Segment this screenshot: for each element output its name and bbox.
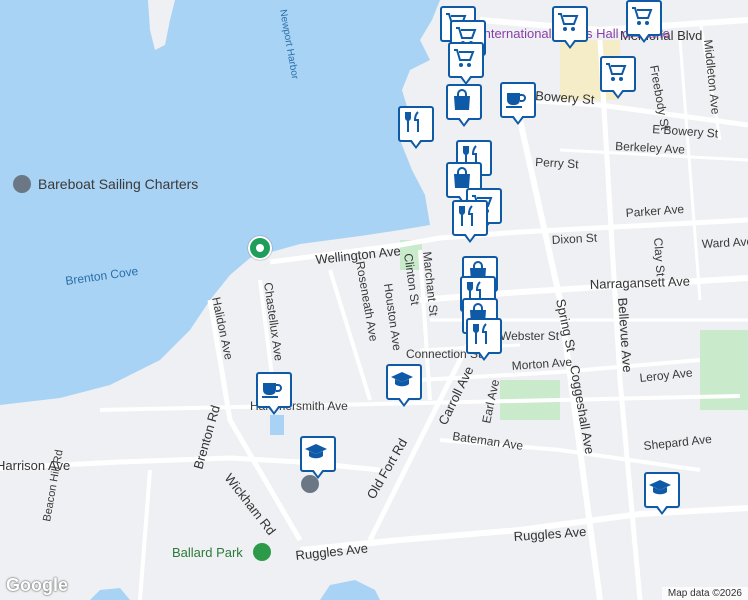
shopping-cart-icon [632, 7, 653, 25]
perry-st-label: Perry St [535, 155, 580, 171]
fork-knife-icon [405, 111, 419, 132]
graduation-cap-icon [305, 444, 327, 459]
water-body [90, 588, 130, 600]
graduation-cap-icon [391, 372, 413, 387]
map-marker-cart[interactable] [448, 42, 484, 88]
spring-st-label: Spring St [553, 298, 579, 354]
middleton-ave-label: Middleton Ave [701, 39, 723, 116]
google-logo: Google [6, 575, 68, 595]
fork-knife-icon [459, 205, 473, 226]
ward-ave-label: Ward Ave [701, 234, 748, 251]
graduation-cap-icon [649, 480, 671, 495]
roseneath-ave-label: Roseneath Ave [353, 260, 381, 343]
water-body [320, 580, 380, 600]
clay-st-label: Clay St [651, 237, 668, 277]
shopping-cart-icon [454, 49, 475, 67]
park-area [270, 415, 284, 435]
ballard-park-label: Ballard Park [172, 545, 243, 560]
bowery-st-label: Bowery St [535, 88, 596, 107]
ruggles-ave-label: Ruggles Ave [295, 540, 369, 563]
map-marker-school[interactable] [386, 364, 422, 410]
map-marker-coffee[interactable] [500, 82, 536, 128]
coffee-cup-icon [262, 383, 282, 398]
map-marker-school[interactable] [300, 436, 336, 482]
houston-ave-label: Houston Ave [381, 282, 404, 351]
coffee-cup-icon [506, 93, 526, 108]
shepard-ave-label: Shepard Ave [643, 432, 713, 453]
map-marker-restaurant[interactable] [398, 106, 434, 152]
map-marker-restaurant[interactable] [452, 200, 488, 246]
map-marker-cart[interactable] [552, 6, 588, 52]
location-pin-icon[interactable] [248, 236, 272, 260]
fork-knife-icon [473, 323, 487, 344]
dixon-st-label: Dixon St [551, 231, 598, 247]
map-marker-school[interactable] [644, 472, 680, 518]
bareboat-label[interactable]: Bareboat Sailing Charters [38, 176, 198, 192]
map-marker-coffee[interactable] [256, 372, 292, 418]
shopping-cart-icon [606, 63, 627, 81]
wickham-rd-label: Wickham Rd [222, 471, 279, 538]
park-tree-icon [253, 543, 271, 561]
map-marker-cart[interactable] [626, 0, 662, 46]
narragansett-ave-label: Narragansett Ave [590, 274, 691, 292]
shopping-bag-icon [454, 167, 470, 188]
shopping-cart-icon [558, 13, 579, 31]
map-marker-bag[interactable] [446, 84, 482, 130]
bareboat-poi-icon[interactable] [13, 175, 31, 193]
freebody-st-label: Freebody St [647, 64, 672, 131]
bateman-ave-label: Bateman Ave [452, 429, 525, 453]
shopping-bag-icon [454, 89, 470, 110]
map-attribution[interactable]: Map data ©2026 [661, 587, 748, 600]
parker-ave-label: Parker Ave [625, 202, 685, 220]
map-marker-cart[interactable] [600, 56, 636, 102]
map-marker-restaurant[interactable] [466, 318, 502, 364]
leroy-ave-label: Leroy Ave [639, 365, 694, 385]
webster-st-label: Webster St [500, 329, 560, 343]
map-canvas[interactable]: Memorial Blvd International Tennis Hall … [0, 0, 748, 600]
